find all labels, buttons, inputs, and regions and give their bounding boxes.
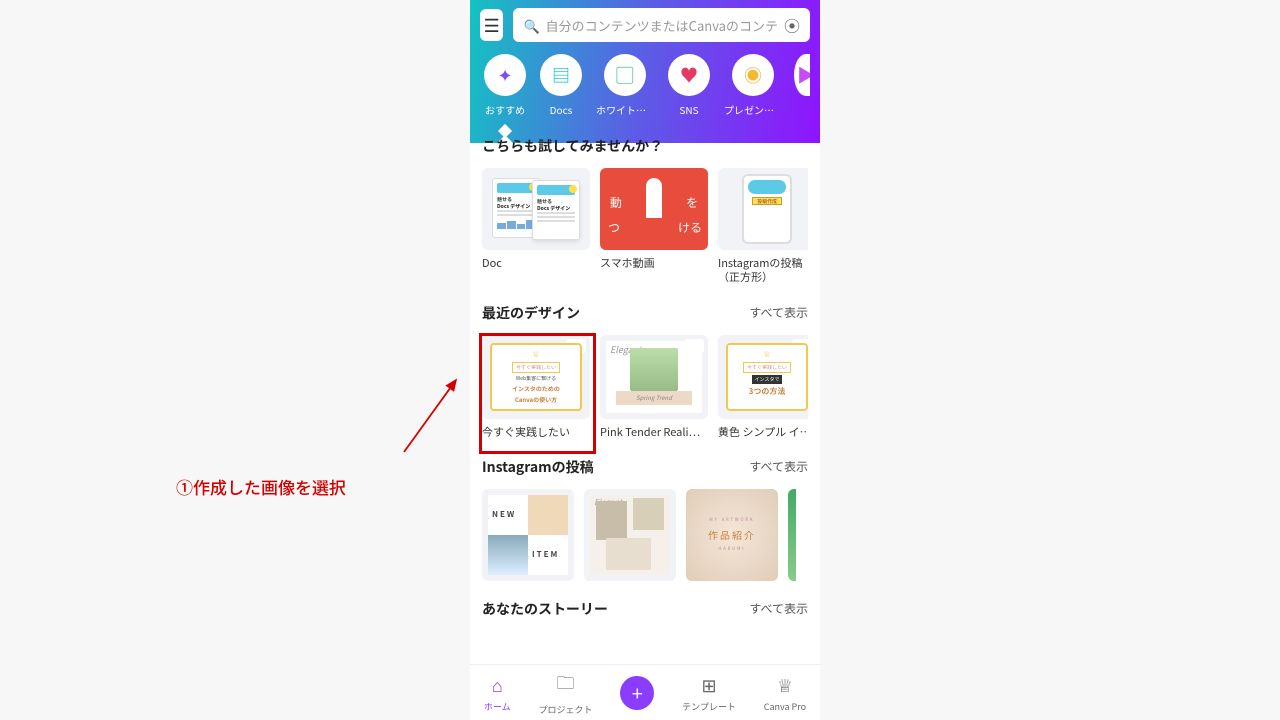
nav-create[interactable]: + — [620, 676, 654, 710]
card-caption: 黄色 シンプル イ… — [718, 425, 808, 439]
section-story: あなたのストーリー すべて表示 — [470, 585, 820, 619]
section-try: こちらも試してみませんか？ 魅せるDocs デザイン — [470, 122, 820, 289]
try-card-doc[interactable]: 魅せるDocs デザイン 魅せるDocs デザイン Doc — [482, 168, 590, 285]
recent-card-2[interactable]: ••• Elegant Spring Trend Pink Tender Rea… — [600, 335, 708, 439]
search-icon: 🔍 — [523, 16, 539, 35]
nav-label: プロジェクト — [538, 703, 592, 716]
section-title: 最近のデザイン — [482, 303, 580, 323]
bottom-nav: ⌂ ホーム 🗀 プロジェクト + ⊞ テンプレート ♕ Canva Pro — [470, 664, 820, 720]
home-icon: ⌂ — [492, 672, 503, 698]
video-icon: ▶ — [794, 54, 810, 96]
nav-label: Canva Pro — [764, 700, 806, 713]
try-card-smartphone-video[interactable]: 動 を つ ける スマホ動画 — [600, 168, 708, 285]
insta-card-3[interactable]: MY ARTWORK 作品紹介 HARUMI — [686, 489, 778, 581]
card-caption: Doc — [482, 256, 590, 270]
card-caption: Pink Tender Reali… — [600, 425, 708, 439]
insta-card-2[interactable]: Elegant — [584, 489, 676, 581]
cat-label: Docs — [550, 102, 573, 117]
cat-label: ホワイトボード — [596, 102, 654, 117]
card-caption: Instagramの投稿（正方形） — [718, 256, 808, 285]
nav-project[interactable]: 🗀 プロジェクト — [538, 669, 592, 716]
annotation-arrow — [398, 370, 478, 465]
nav-label: ホーム — [484, 700, 511, 713]
menu-button[interactable]: ☰ — [480, 9, 503, 41]
nav-home[interactable]: ⌂ ホーム — [484, 672, 511, 713]
plus-icon: + — [620, 676, 654, 710]
presentation-icon: ◉ — [732, 54, 774, 96]
see-all-link[interactable]: すべて表示 — [749, 600, 808, 617]
search-placeholder: 自分のコンテンツまたはCanvaのコンテ — [546, 16, 778, 35]
content-area: こちらも試してみませんか？ 魅せるDocs デザイン — [470, 122, 820, 664]
cat-label: おすすめ — [485, 102, 525, 117]
spark-icon: ✦ — [484, 54, 526, 96]
see-all-link[interactable]: すべて表示 — [749, 304, 808, 321]
folder-icon: 🗀 — [556, 669, 574, 701]
cat-label: プレゼンテー… — [724, 102, 782, 117]
section-title: こちらも試してみませんか？ — [482, 136, 663, 156]
whiteboard-icon: ▢ — [604, 54, 646, 96]
insta-card-4[interactable] — [788, 489, 808, 581]
section-title: Instagramの投稿 — [482, 457, 594, 477]
camera-icon: ⦿ — [784, 13, 800, 37]
cat-label: SNS — [679, 102, 698, 117]
recent-card-3[interactable]: ••• ♕ 今すぐ実践したい インスタで 3つの方法 黄色 シンプル イ… — [718, 335, 808, 439]
nav-template[interactable]: ⊞ テンプレート — [682, 672, 736, 713]
annotation-text: ①作成した画像を選択 — [176, 474, 346, 499]
heart-icon: ♥ — [668, 54, 710, 96]
section-instagram: Instagramの投稿 すべて表示 NEW ITEM — [470, 443, 820, 585]
card-caption: スマホ動画 — [600, 256, 708, 270]
template-icon: ⊞ — [701, 672, 716, 698]
section-recent: 最近のデザイン すべて表示 ••• ♕ 今すぐ実践したい Web集客に繋げる イ… — [470, 289, 820, 443]
nav-label: テンプレート — [682, 700, 736, 713]
insta-card-1[interactable]: NEW ITEM — [482, 489, 574, 581]
nav-pro[interactable]: ♕ Canva Pro — [764, 672, 806, 713]
card-caption: 今すぐ実践したい — [482, 425, 590, 439]
hamburger-icon: ☰ — [484, 12, 500, 38]
see-all-link[interactable]: すべて表示 — [749, 458, 808, 475]
section-title: あなたのストーリー — [482, 599, 608, 619]
phone-frame: ☰ 🔍 自分のコンテンツまたはCanvaのコンテ ⦿ ✦ おすすめ ▤ Docs… — [470, 0, 820, 720]
recent-card-1[interactable]: ••• ♕ 今すぐ実践したい Web集客に繋げる インスタのための Canvaの… — [482, 335, 590, 439]
docs-icon: ▤ — [540, 54, 582, 96]
try-card-instagram-post[interactable]: 投稿作成 Instagramの投稿（正方形） — [718, 168, 808, 285]
crown-icon: ♕ — [777, 672, 793, 698]
search-input[interactable]: 🔍 自分のコンテンツまたはCanvaのコンテ ⦿ — [513, 8, 810, 42]
